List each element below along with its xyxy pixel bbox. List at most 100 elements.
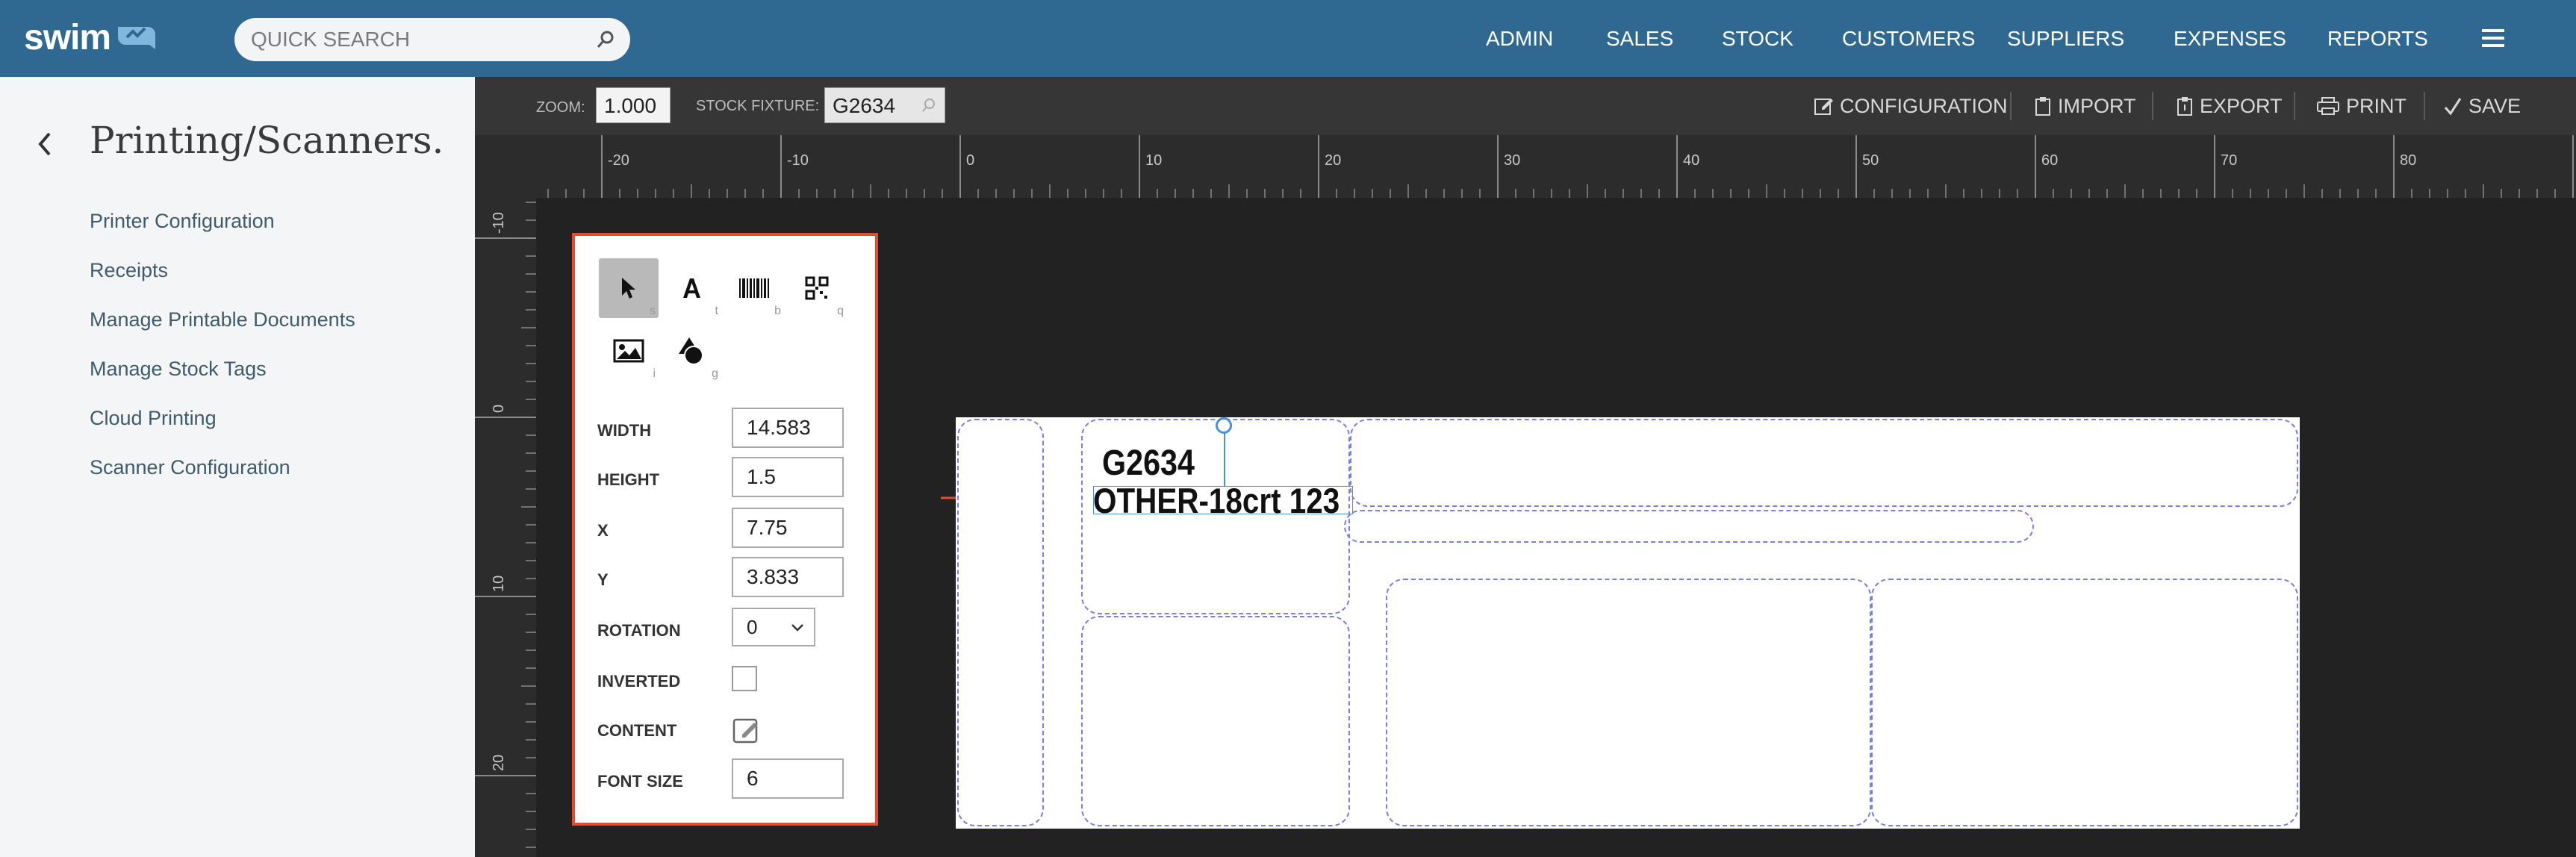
label-region[interactable] [1386,579,1871,826]
rotation-handle-stem [1224,431,1225,486]
tool-key: i [653,367,656,380]
inverted-checkbox[interactable] [732,666,757,691]
tool-key: s [650,305,656,317]
stock-fixture-input[interactable]: G2634 [824,87,945,123]
label-region[interactable] [1081,616,1350,826]
content-label: CONTENT [597,721,677,740]
toolbar-divider [2152,92,2153,120]
edit-content-icon[interactable] [732,715,762,745]
inverted-label: INVERTED [597,672,681,691]
clipboard-icon [2035,97,2050,116]
sidebar-item-scanner-configuration[interactable]: Scanner Configuration [90,456,290,479]
tools-panel: s t b q i g WIDTH 14.583 HEIGHT 1.5 X 7.… [572,233,878,826]
export-label: EXPORT [2200,94,2283,117]
export-button[interactable]: EXPORT [2176,93,2283,119]
logo-text: swim [24,17,111,57]
quick-search[interactable] [234,18,630,61]
sidebar-item-manage-stock-tags[interactable]: Manage Stock Tags [90,358,267,381]
image-tool[interactable]: i [599,321,659,381]
stock-fixture-label: STOCK FIXTURE: [696,98,820,114]
label-region[interactable] [1871,579,2298,826]
ruler-label: 20 [491,755,507,771]
image-icon [613,339,644,363]
nav-stock[interactable]: STOCK [1722,27,1793,51]
nav-reports[interactable]: REPORTS [2327,27,2428,51]
import-label: IMPORT [2058,94,2136,117]
label-text-line-1[interactable]: G2634 [1102,443,1195,484]
toolbar-divider [2010,92,2012,120]
rotation-label: ROTATION [597,621,681,640]
height-input[interactable] [732,457,844,497]
rotation-handle[interactable] [1216,417,1232,434]
ruler-label: 60 [2041,152,2058,169]
ruler-corner [475,135,536,198]
x-label: X [597,521,609,540]
tool-key: q [837,305,844,317]
y-input[interactable] [732,557,844,597]
save-button[interactable]: SAVE [2443,93,2521,119]
sidebar-item-printer-configuration[interactable]: Printer Configuration [90,210,275,233]
width-label: WIDTH [597,421,652,440]
toolbar-divider [2424,92,2425,120]
tool-key: g [712,367,718,380]
label-region[interactable] [957,419,1044,826]
sidebar-item-receipts[interactable]: Receipts [90,259,168,282]
tool-key: t [715,305,718,317]
font-size-label: FONT SIZE [597,772,683,791]
back-chevron-icon[interactable] [34,129,55,159]
label-region[interactable] [1350,419,2298,507]
ruler-label: 0 [966,152,974,169]
qr-code-icon [805,276,829,300]
x-input[interactable] [732,508,844,548]
nav-sales[interactable]: SALES [1606,27,1673,51]
sidebar-item-cloud-printing[interactable]: Cloud Printing [90,407,217,430]
ruler-label: 40 [1683,152,1699,169]
shapes-icon [679,337,703,365]
text-tool[interactable]: t [662,258,721,318]
nav-customers[interactable]: CUSTOMERS [1842,27,1975,51]
logo-mark-icon [118,27,156,49]
qr-code-tool[interactable]: q [787,258,847,318]
print-label: PRINT [2346,94,2407,117]
print-button[interactable]: PRINT [2316,93,2407,119]
vertical-ruler: -10 0 10 20 [475,198,536,857]
ruler-label: 50 [1862,152,1879,169]
hamburger-menu-icon[interactable] [2480,27,2506,49]
label-text-line-2[interactable]: OTHER-18crt 123 [1093,480,1340,521]
horizontal-ruler: -20 -10 0 10 20 30 40 50 60 70 80 [536,135,2576,198]
configuration-button[interactable]: CONFIGURATION [1813,93,2008,119]
nav-admin[interactable]: ADMIN [1486,27,1553,51]
search-icon[interactable] [594,28,617,51]
sidebar-item-manage-printable-documents[interactable]: Manage Printable Documents [90,308,355,331]
fixture-search-icon[interactable] [921,97,937,113]
width-input[interactable] [732,408,844,448]
quick-search-input[interactable] [251,18,579,61]
ruler-label: 10 [491,576,507,592]
swim-logo[interactable]: swim [24,15,161,60]
ruler-label: 10 [1145,152,1162,169]
barcode-icon [739,278,769,298]
shape-tool[interactable]: g [662,321,721,381]
rotation-value: 0 [747,616,758,638]
sidebar: Printing/Scanners. Printer Configuration… [0,77,475,857]
import-button[interactable]: IMPORT [2034,93,2136,119]
nav-suppliers[interactable]: SUPPLIERS [2007,27,2124,51]
label-region[interactable] [1344,510,2034,543]
configuration-label: CONFIGURATION [1840,94,2008,117]
label-stock[interactable]: G2634 OTHER-18crt 123 [956,417,2300,829]
ruler-label: -20 [608,152,629,169]
zoom-input[interactable]: 1.000 [596,87,671,123]
export-clipboard-icon [2177,97,2192,116]
barcode-tool[interactable]: b [724,258,784,318]
ruler-label: 0 [491,405,507,413]
rotation-select[interactable]: 0 [732,608,815,646]
chevron-down-icon [791,624,803,632]
nav-expenses[interactable]: EXPENSES [2174,27,2286,51]
toolbar-divider [2294,92,2295,120]
font-size-input[interactable] [732,758,844,799]
y-label: Y [597,570,609,589]
pointer-arrow-icon [622,278,635,299]
tool-key: b [774,305,781,317]
select-tool[interactable]: s [599,258,659,318]
text-a-icon [683,278,700,298]
